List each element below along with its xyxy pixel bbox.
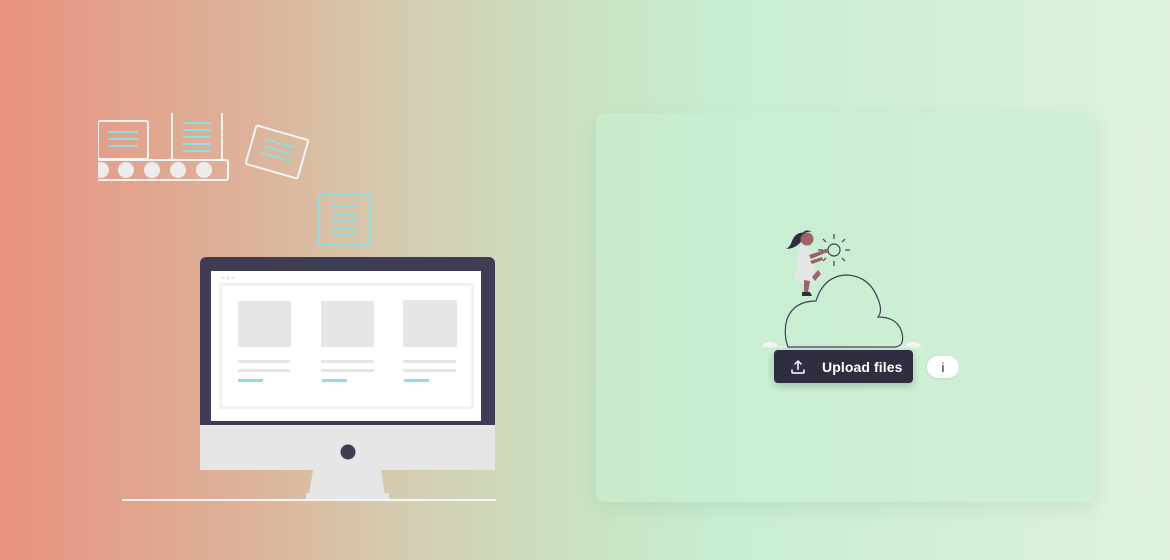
cloud-shape: [784, 274, 904, 348]
info-label: i: [941, 359, 945, 375]
upload-icon: [791, 359, 805, 374]
upload-panel: Upload files i: [596, 113, 1095, 502]
document-icon: [98, 120, 149, 160]
upload-files-button[interactable]: Upload files: [774, 350, 913, 383]
app-stage: Upload files i: [98, 113, 1095, 502]
document-conveyor-illustration: [98, 113, 496, 501]
monitor-illustration: [122, 257, 496, 501]
upload-files-label: Upload files: [822, 358, 903, 375]
screen-card: [403, 300, 457, 382]
document-icon: [245, 124, 309, 180]
document-icon: [318, 194, 371, 246]
cloud-upload-illustration: [762, 230, 922, 348]
document-icon: [171, 113, 223, 161]
person-illustration: [786, 230, 829, 296]
screen-card: [238, 301, 291, 382]
illustration-panel: [98, 113, 596, 502]
info-button[interactable]: i: [927, 356, 959, 378]
screen-card: [321, 301, 374, 382]
conveyor-rollers: [98, 162, 212, 178]
sun-icon: [818, 234, 850, 266]
